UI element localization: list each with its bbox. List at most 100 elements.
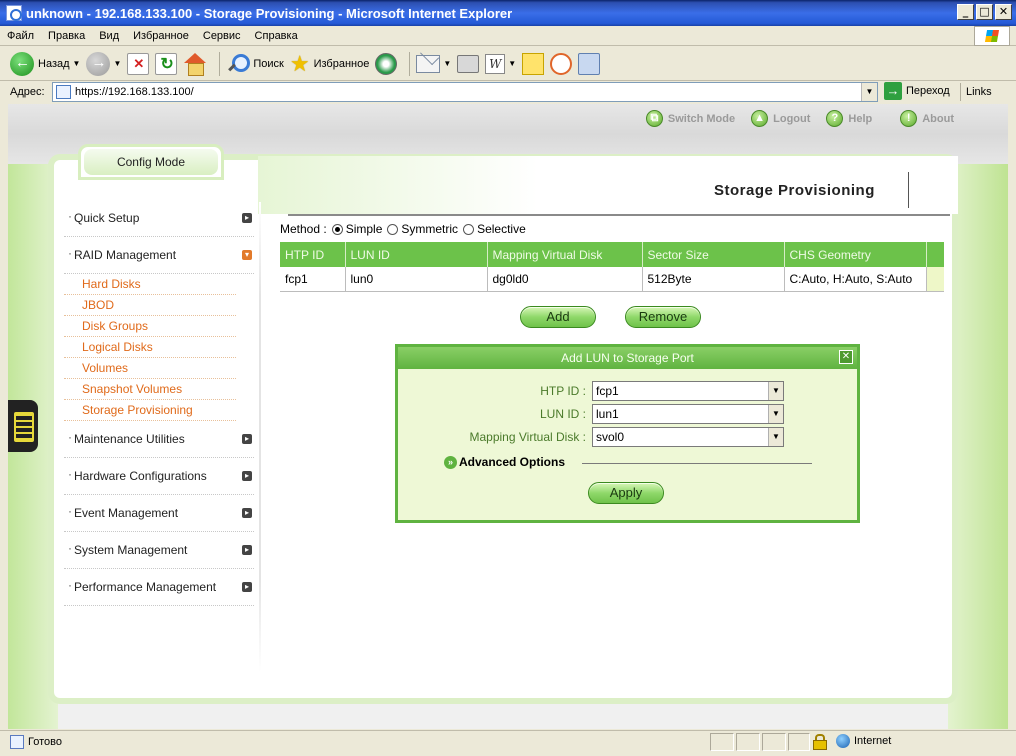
menu-help[interactable]: Справка (248, 30, 305, 42)
edit-dropdown-icon[interactable]: ▼ (508, 59, 516, 68)
ie-app-icon[interactable] (6, 5, 22, 21)
method-symmetric-radio[interactable] (387, 223, 399, 235)
mapping-virtual-disk-select[interactable]: svol0 ▼ (592, 427, 784, 447)
note-icon (522, 52, 545, 75)
add-button[interactable]: Add (520, 306, 596, 328)
links-button[interactable]: Links (960, 83, 992, 101)
sidebar-item-maintenance-utilities[interactable]: Maintenance Utilities ▸ (64, 421, 254, 458)
logout-link[interactable]: ▲ Logout (751, 110, 810, 127)
forward-button[interactable]: ▼ (86, 51, 121, 76)
page-viewport: ⧉ Switch Mode ▲ Logout ? Help ! About Co… (8, 104, 1008, 729)
method-selective-label[interactable]: Selective (477, 222, 526, 236)
switch-mode-label: Switch Mode (667, 112, 736, 125)
globe-icon (836, 734, 850, 748)
forward-dropdown-icon[interactable]: ▼ (113, 59, 121, 68)
favorites-button[interactable]: ★ Избранное (290, 52, 369, 75)
htp-id-select[interactable]: fcp1 ▼ (592, 381, 784, 401)
sidebar-item-hard-disks[interactable]: Hard Disks (64, 274, 236, 295)
back-dropdown-icon[interactable]: ▼ (73, 59, 81, 68)
sidebar-item-jbod[interactable]: JBOD (64, 295, 236, 316)
research-button[interactable] (578, 52, 601, 75)
sidebar-item-hardware-configurations[interactable]: Hardware Configurations ▸ (64, 458, 254, 495)
method-simple-radio[interactable] (331, 223, 343, 235)
search-button[interactable]: Поиск (226, 53, 284, 75)
sidebar-item-event-management[interactable]: Event Management ▸ (64, 495, 254, 532)
edit-button[interactable]: W ▼ (485, 53, 516, 74)
status-cell (736, 733, 760, 751)
method-selective-radio[interactable] (463, 223, 475, 235)
refresh-button[interactable] (155, 52, 178, 75)
about-label: About (922, 112, 954, 125)
menu-favorites[interactable]: Избранное (126, 30, 196, 42)
lun-id-label: LUN ID : (539, 407, 586, 421)
cell-sector-size: 512Byte (642, 267, 785, 292)
config-mode-label: Config Mode (84, 149, 218, 175)
col-chs-geometry: CHS Geometry (784, 242, 927, 267)
menu-bar: Файл Правка Вид Избранное Сервис Справка (0, 26, 1016, 46)
close-button[interactable]: ✕ (995, 4, 1012, 20)
apply-button[interactable]: Apply (588, 482, 664, 504)
network-widget-icon[interactable] (8, 400, 38, 452)
print-button[interactable] (457, 54, 480, 73)
dialog-title: Add LUN to Storage Port (561, 351, 694, 365)
table-row[interactable]: fcp1 lun0 dg0ld0 512Byte C:Auto, H:Auto,… (280, 267, 944, 292)
menu-tools[interactable]: Сервис (196, 30, 248, 42)
sidebar-item-label: Hardware Configurations (74, 469, 207, 483)
minimize-button[interactable]: _ (957, 4, 974, 20)
sidebar-item-raid-management[interactable]: RAID Management ▾ (64, 237, 254, 274)
printer-icon (457, 54, 480, 73)
window-controls: _ □ ✕ (957, 4, 1012, 20)
dialog-close-icon[interactable]: ✕ (839, 350, 853, 364)
table-header-row: HTP ID LUN ID Mapping Virtual Disk Secto… (280, 242, 944, 267)
address-dropdown-icon[interactable]: ▼ (861, 83, 877, 101)
status-cell (788, 733, 810, 751)
stop-button[interactable] (127, 52, 150, 75)
chevron-down-icon: ▼ (768, 405, 783, 423)
htp-id-label: HTP ID : (540, 384, 586, 398)
mail-button[interactable]: ▼ (416, 54, 451, 73)
sidebar-item-snapshot-volumes[interactable]: Snapshot Volumes (64, 379, 236, 400)
messenger-button[interactable] (550, 52, 573, 75)
home-button[interactable] (183, 52, 207, 76)
method-symmetric-label[interactable]: Symmetric (401, 222, 458, 236)
discuss-button[interactable] (522, 52, 545, 75)
about-link[interactable]: ! About (900, 110, 954, 127)
status-cell (762, 733, 786, 751)
menu-file[interactable]: Файл (0, 30, 41, 42)
menu-edit[interactable]: Правка (41, 30, 92, 42)
dialog-title-bar: Add LUN to Storage Port ✕ (398, 347, 857, 369)
toolbar-separator (219, 51, 221, 76)
links-label: Links (966, 86, 992, 98)
sidebar-item-storage-provisioning[interactable]: Storage Provisioning (64, 400, 236, 421)
address-url[interactable]: https://192.168.133.100/ (75, 86, 194, 98)
address-input[interactable]: https://192.168.133.100/ ▼ (52, 82, 878, 102)
lock-icon[interactable] (813, 734, 827, 750)
maximize-button[interactable]: □ (976, 4, 993, 20)
mail-dropdown-icon[interactable]: ▼ (443, 59, 451, 68)
go-button[interactable]: → Переход (884, 82, 950, 100)
sidebar-item-quick-setup[interactable]: Quick Setup ▸ (64, 200, 254, 237)
remove-button[interactable]: Remove (625, 306, 701, 328)
sidebar-item-label: Performance Management (74, 580, 217, 594)
advanced-options-toggle[interactable]: » Advanced Options (444, 455, 565, 469)
method-simple-label[interactable]: Simple (346, 222, 383, 236)
sidebar-item-disk-groups[interactable]: Disk Groups (64, 316, 236, 337)
chevron-down-icon: ▼ (768, 382, 783, 400)
lun-id-select[interactable]: lun1 ▼ (592, 404, 784, 424)
col-lun-id: LUN ID (345, 242, 488, 267)
lun-id-value: lun1 (596, 407, 619, 421)
menu-view[interactable]: Вид (92, 30, 126, 42)
security-zone[interactable]: Internet (836, 734, 891, 748)
help-link[interactable]: ? Help (826, 110, 872, 127)
sidebar-item-volumes[interactable]: Volumes (64, 358, 236, 379)
sidebar-item-logical-disks[interactable]: Logical Disks (64, 337, 236, 358)
back-button[interactable]: Назад ▼ (10, 51, 81, 76)
media-button[interactable] (375, 52, 398, 75)
go-label: Переход (906, 85, 950, 97)
refresh-icon (155, 52, 178, 75)
switch-mode-icon: ⧉ (645, 110, 663, 127)
sidebar-item-system-management[interactable]: System Management ▸ (64, 532, 254, 569)
sidebar-item-performance-management[interactable]: Performance Management ▸ (64, 569, 254, 606)
switch-mode-link[interactable]: ⧉ Switch Mode (645, 110, 736, 127)
lun-mapping-table: HTP ID LUN ID Mapping Virtual Disk Secto… (280, 242, 944, 292)
